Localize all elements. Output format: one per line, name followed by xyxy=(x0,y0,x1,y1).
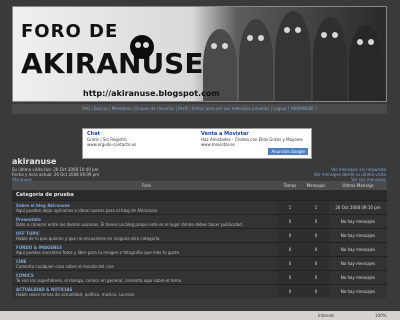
forum-description: Comenta cualquier cosa sobre el mundo de… xyxy=(16,264,114,269)
forum-navbar[interactable]: FAQ | Buscar | Miembros | Grupos de Usua… xyxy=(12,104,387,114)
forum-cell: COMICS Te van los superhéroes, el manga, … xyxy=(12,271,277,284)
forum-cell: ACTUALIDAD & NOTICIAS Hable sobre temas d… xyxy=(12,285,277,298)
last-post: No hay mensajes xyxy=(329,229,387,242)
post-count: 0 xyxy=(303,285,329,298)
figure-3 xyxy=(275,11,311,101)
forum-description: Date a conocer entre los demás usuarios.… xyxy=(16,222,243,227)
browser-window: FORO DE AKIRANUSE http://akiranuse.blogs… xyxy=(0,0,400,320)
forum-description: Aquí pueden dejar opiniones o ideas nuev… xyxy=(16,208,158,213)
table-row[interactable]: CINE Comenta cualquier cosa sobre el mund… xyxy=(12,256,387,270)
forum-description: Habla de lo que quieras y que no encuent… xyxy=(16,236,161,241)
post-count: 1 xyxy=(303,201,329,214)
last-post: No hay mensajes xyxy=(329,285,387,298)
topic-count: 0 xyxy=(277,285,303,298)
post-count: 0 xyxy=(303,215,329,228)
col-posts: Mensajes xyxy=(306,183,326,188)
table-row[interactable]: Sobre el blog Akiranuse Aquí pueden dejar… xyxy=(12,200,387,224)
zoom-level[interactable]: 100% xyxy=(375,311,386,320)
topic-count: 0 xyxy=(277,271,303,284)
forum-description: Te van los superhéroes, el manga, comics… xyxy=(16,278,183,283)
forum-description: Hable sobre temas de actualidad, polític… xyxy=(16,292,135,297)
post-count: 0 xyxy=(303,243,329,256)
col-last-post: Último Mensaje xyxy=(342,183,374,188)
table-rows: Sobre el blog Akiranuse Aquí pueden dejar… xyxy=(12,200,387,298)
forum-cell: Sobre el blog Akiranuse Aquí pueden dejar… xyxy=(12,201,277,214)
category-row[interactable]: Categoría de prueba xyxy=(12,190,387,200)
forum-table: Foro Temas Mensajes Último Mensaje Categ… xyxy=(12,181,387,298)
visit-info: Su última visita fue: 26 Oct 2008 10:49 … xyxy=(12,167,99,182)
banner-url: http://akiranuse.blogspot.com xyxy=(83,89,220,98)
last-post: 26 Oct 2008 09:10 pm AKIRANUSE xyxy=(329,201,387,224)
topic-count: 0 xyxy=(277,243,303,256)
figure-2 xyxy=(239,19,273,101)
last-post: No hay mensajes xyxy=(329,243,387,256)
table-row[interactable]: OFF TOPIC Habla de lo que quieras y que n… xyxy=(12,228,387,242)
forum-cell: FONDO & IMAGENES Aquí puedes encontrar fo… xyxy=(12,243,277,256)
col-topics: Temas xyxy=(283,183,297,188)
forum-title[interactable]: akiranuse xyxy=(12,157,56,166)
topic-count: 1 xyxy=(277,201,303,214)
status-bar: Internet 100% xyxy=(0,311,400,320)
post-count: 0 xyxy=(303,229,329,242)
table-row[interactable]: COMICS Te van los superhéroes, el manga, … xyxy=(12,270,387,284)
ad-left-line-2: www.orgullo-contacto.es xyxy=(87,142,137,147)
banner-title-line2: AKIRANUSE xyxy=(21,47,204,80)
last-post: No hay mensajes xyxy=(329,215,387,228)
figure-4 xyxy=(313,17,347,101)
forum-cell: OFF TOPIC Habla de lo que quieras y que n… xyxy=(12,229,277,242)
banner-title-line1: FORO DE xyxy=(21,21,119,42)
google-ad[interactable]: Chat Gratis | Sin Registro www.orgullo-c… xyxy=(82,128,312,159)
forum-banner[interactable]: FORO DE AKIRANUSE http://akiranuse.blogs… xyxy=(12,6,387,102)
ad-right-line-2: www.movistar.es xyxy=(201,142,235,147)
topic-count: 0 xyxy=(277,229,303,242)
last-post: No hay mensajes xyxy=(329,257,387,270)
table-header: Foro Temas Mensajes Último Mensaje xyxy=(12,181,387,190)
figure-5 xyxy=(349,25,383,101)
forum-description: Aquí puedes encontrar fotos y libre para… xyxy=(16,250,180,255)
col-forum: Foro xyxy=(142,183,151,188)
table-row[interactable]: ACTUALIDAD & NOTICIAS Hable sobre temas d… xyxy=(12,284,387,298)
last-post: No hay mensajes xyxy=(329,271,387,284)
table-row[interactable]: FONDO & IMAGENES Aquí puedes encontrar fo… xyxy=(12,242,387,256)
post-count: 0 xyxy=(303,271,329,284)
post-count: 0 xyxy=(303,257,329,270)
ad-badge[interactable]: Anuncios Google xyxy=(268,148,308,155)
status-zone: Internet xyxy=(318,313,334,318)
forum-cell: CINE Comenta cualquier cosa sobre el mund… xyxy=(12,257,277,270)
topic-count: 0 xyxy=(277,257,303,270)
topic-count: 0 xyxy=(277,215,303,228)
forum-cell: Presentate Date a conocer entre los demás… xyxy=(12,215,277,228)
skull-icon xyxy=(130,35,154,59)
table-row[interactable]: Presentate Date a conocer entre los demás… xyxy=(12,214,387,228)
